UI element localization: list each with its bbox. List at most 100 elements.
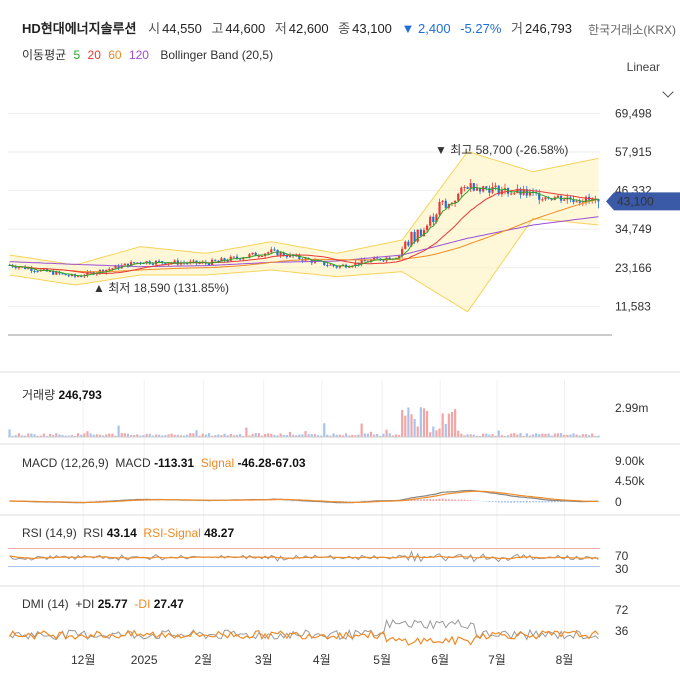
volume-bar [525, 433, 528, 437]
price-axis-tick-label: 34,749 [615, 222, 652, 236]
macd-histogram-bar [429, 498, 432, 501]
rsi-axis-tick-label: 30 [615, 562, 629, 576]
macd-histogram-bar [463, 499, 466, 501]
macd-histogram-bar [435, 499, 438, 501]
signal-value: -46.28-67.03 [237, 456, 306, 470]
volume-bar [454, 409, 457, 437]
macd-histogram-bar [550, 501, 553, 503]
volume-bar [86, 431, 89, 437]
candle-body [77, 276, 80, 278]
dmi-title: DMI (14) [22, 597, 69, 611]
macd-histogram-bar [535, 501, 538, 503]
macd-histogram-bar [510, 501, 513, 503]
macd-histogram-bar [528, 501, 531, 503]
volume-bar [77, 433, 80, 437]
price-axis-tick-label: 69,498 [615, 106, 652, 120]
candle-body [407, 241, 410, 246]
volume-bar [447, 413, 450, 437]
last-price-label: 43,100 [617, 194, 654, 208]
volume-bar [89, 433, 92, 437]
candle-body [419, 229, 422, 236]
volume-bar [360, 423, 363, 437]
plus-di-value: 25.77 [97, 597, 128, 611]
volume-bar [42, 433, 45, 437]
candle-body [279, 252, 282, 256]
volume-bar [572, 433, 575, 437]
macd-histogram-bar [460, 499, 463, 501]
candle-body [232, 256, 235, 258]
x-axis-tick-label: 12월 [71, 653, 95, 667]
candle-body [235, 256, 239, 259]
volume-bar [410, 414, 413, 437]
volume-bar [27, 433, 30, 437]
macd-histogram-bar [522, 501, 525, 503]
volume-bar [535, 433, 538, 437]
macd-axis-tick-label: 9.00k [615, 454, 645, 468]
chart-canvas[interactable]: 69,49857,91546,33234,74923,16611,58343,1… [0, 0, 680, 697]
candle-body [494, 185, 497, 187]
macd-histogram-bar [454, 499, 457, 501]
volume-bar [404, 415, 407, 437]
rsi-value: 43.14 [106, 526, 137, 540]
macd-line [9, 489, 599, 504]
volume-bar [407, 407, 410, 437]
macd-histogram-bar [504, 501, 506, 503]
rsi-axis-tick-label: 70 [615, 549, 629, 563]
macd-histogram-bar [416, 499, 419, 501]
macd-value: -113.31 [154, 456, 195, 470]
macd-histogram-bar [441, 498, 444, 501]
macd-histogram-bar [444, 498, 447, 501]
macd-histogram-bar [488, 501, 491, 502]
volume-bar [435, 430, 438, 437]
volume-bar [30, 433, 33, 437]
candle-body [270, 249, 273, 253]
candle-body [482, 186, 485, 192]
macd-histogram-bar [426, 499, 429, 501]
macd-histogram-bar [423, 499, 425, 501]
volume-bar [117, 425, 120, 437]
macd-histogram-bar [532, 501, 534, 503]
volume-bar [556, 433, 560, 437]
macd-histogram-bar [553, 501, 556, 503]
x-axis-tick-label: 8월 [556, 653, 574, 667]
macd-histogram-bar [491, 501, 494, 503]
candle-body [151, 263, 154, 265]
volume-bar [111, 433, 114, 437]
price-axis-tick-label: 57,915 [615, 145, 652, 159]
candle-body [276, 249, 279, 256]
x-axis-tick-label: 2월 [195, 653, 213, 667]
volume-bar [438, 428, 441, 437]
volume-bar [416, 426, 419, 437]
x-axis-tick-label: 4월 [313, 653, 331, 667]
x-axis-tick-label: 5월 [373, 653, 391, 667]
macd-series-name: MACD [115, 456, 151, 470]
volume-bar [513, 433, 516, 437]
plus-di-name: +DI [75, 597, 95, 611]
macd-histogram-bar [519, 501, 522, 503]
volume-bar [323, 423, 326, 437]
volume-bar [450, 411, 454, 437]
candle-body [123, 263, 126, 266]
volume-bar [369, 431, 373, 437]
rsi-signal-name: RSI-Signal [143, 526, 201, 540]
volume-bar [432, 426, 435, 437]
volume-bar [201, 433, 204, 437]
high-annotation: ▼ 최고 58,700 (-26.58%) [435, 143, 568, 157]
macd-histogram-bar [497, 501, 500, 503]
macd-histogram-bar [419, 499, 422, 501]
x-axis-tick-label: 7월 [488, 653, 506, 667]
volume-bar [120, 433, 123, 437]
x-axis-tick-label: 3월 [255, 653, 273, 667]
macd-histogram-bar [544, 501, 547, 503]
macd-title: MACD (12,26,9) [22, 456, 109, 470]
volume-bar [413, 419, 416, 437]
macd-histogram-bar [472, 500, 475, 501]
volume-bar [108, 433, 111, 437]
volume-bar [8, 429, 11, 437]
volume-bar [497, 430, 500, 437]
candle-body [133, 262, 136, 264]
rsi-panel-title: RSI (14,9) RSI 43.14 RSI-Signal 48.27 [22, 526, 234, 540]
macd-axis-tick-label: 0 [615, 495, 622, 509]
volume-title: 거래량 [22, 388, 56, 402]
macd-axis-tick-label: 4.50k [615, 474, 645, 488]
